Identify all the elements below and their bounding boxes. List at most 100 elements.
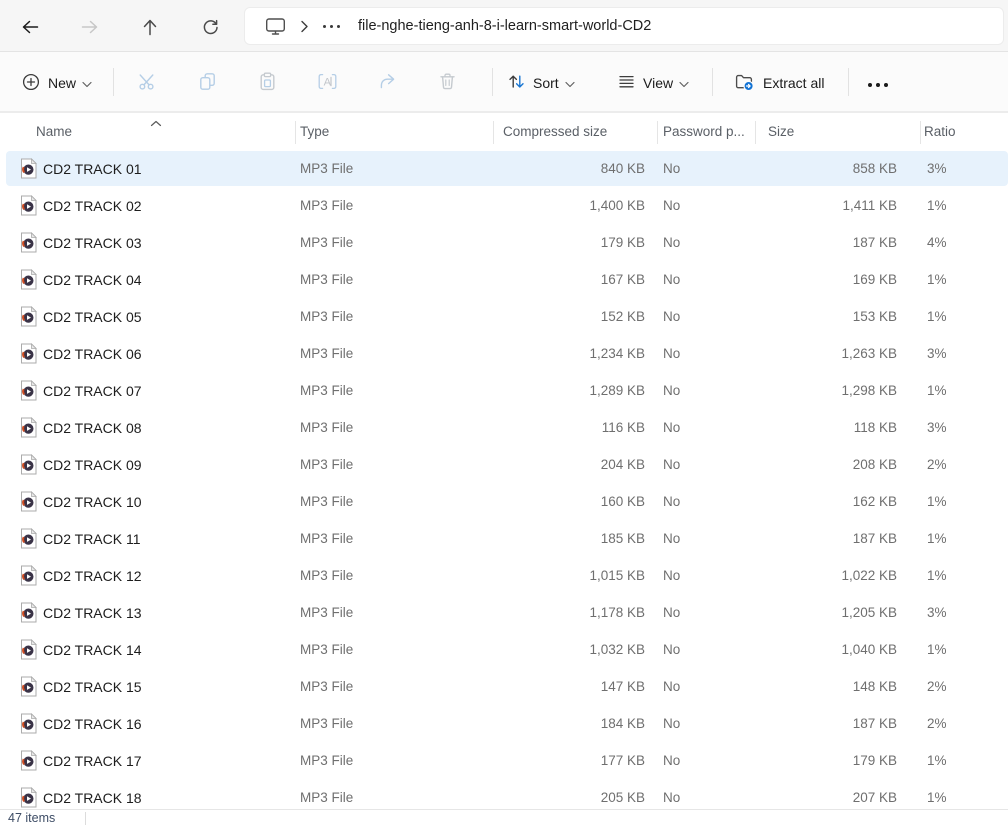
file-password-protected: No	[657, 235, 755, 250]
column-divider[interactable]	[493, 121, 494, 144]
file-type: MP3 File	[295, 309, 493, 324]
table-row[interactable]: CD2 TRACK 17 MP3 File 177 KB No 179 KB 1…	[0, 742, 1008, 779]
column-header-row: Name Type Compressed size Password p... …	[0, 112, 1008, 150]
table-row[interactable]: CD2 TRACK 18 MP3 File 205 KB No 207 KB 1…	[0, 779, 1008, 809]
table-row[interactable]: CD2 TRACK 02 MP3 File 1,400 KB No 1,411 …	[0, 187, 1008, 224]
table-row[interactable]: CD2 TRACK 08 MP3 File 116 KB No 118 KB 3…	[0, 409, 1008, 446]
this-pc-monitor-icon[interactable]	[265, 17, 286, 35]
share-icon	[378, 72, 397, 94]
forward-arrow-icon	[81, 19, 99, 35]
table-row[interactable]: CD2 TRACK 01 MP3 File 840 KB No 858 KB 3…	[0, 150, 1008, 187]
extract-folder-icon	[735, 73, 755, 94]
mp3-file-icon	[20, 417, 37, 438]
column-divider[interactable]	[657, 121, 658, 144]
file-type: MP3 File	[295, 161, 493, 176]
table-row[interactable]: CD2 TRACK 10 MP3 File 160 KB No 162 KB 1…	[0, 483, 1008, 520]
address-ellipsis-icon[interactable]	[323, 25, 340, 28]
breadcrumb-chevron-icon[interactable]	[300, 20, 309, 33]
table-row[interactable]: CD2 TRACK 03 MP3 File 179 KB No 187 KB 4…	[0, 224, 1008, 261]
column-header-ratio[interactable]: Ratio	[920, 124, 1008, 139]
file-type: MP3 File	[295, 420, 493, 435]
status-bar-divider	[85, 812, 86, 825]
file-type: MP3 File	[295, 568, 493, 583]
file-compressed-size: 184 KB	[493, 716, 657, 731]
file-type: MP3 File	[295, 198, 493, 213]
view-button[interactable]: View	[608, 65, 699, 101]
up-button[interactable]	[134, 11, 166, 43]
cut-button[interactable]	[127, 65, 167, 101]
extract-all-button[interactable]: Extract all	[724, 65, 835, 101]
file-type: MP3 File	[295, 679, 493, 694]
table-row[interactable]: CD2 TRACK 06 MP3 File 1,234 KB No 1,263 …	[0, 335, 1008, 372]
table-row[interactable]: CD2 TRACK 12 MP3 File 1,015 KB No 1,022 …	[0, 557, 1008, 594]
file-password-protected: No	[657, 790, 755, 805]
file-name: CD2 TRACK 08	[43, 420, 142, 436]
file-ratio: 1%	[920, 272, 1008, 287]
copy-button[interactable]	[187, 65, 227, 101]
sort-button[interactable]: Sort	[498, 65, 585, 101]
column-header-compressed-size[interactable]: Compressed size	[493, 124, 657, 139]
file-password-protected: No	[657, 716, 755, 731]
file-name: CD2 TRACK 16	[43, 716, 142, 732]
new-button[interactable]: New	[10, 65, 104, 101]
see-more-button[interactable]	[858, 65, 898, 101]
mp3-file-icon	[20, 306, 37, 327]
table-row[interactable]: CD2 TRACK 11 MP3 File 185 KB No 187 KB 1…	[0, 520, 1008, 557]
file-compressed-size: 185 KB	[493, 531, 657, 546]
paste-button[interactable]	[247, 65, 287, 101]
file-type: MP3 File	[295, 272, 493, 287]
rename-icon: A	[318, 72, 337, 94]
see-more-dots-icon	[867, 75, 889, 91]
mp3-file-icon	[20, 343, 37, 364]
file-ratio: 2%	[920, 679, 1008, 694]
file-compressed-size: 160 KB	[493, 494, 657, 509]
file-password-protected: No	[657, 531, 755, 546]
mp3-file-icon	[20, 602, 37, 623]
mp3-file-icon	[20, 713, 37, 734]
file-size: 1,298 KB	[755, 383, 920, 398]
file-compressed-size: 840 KB	[493, 161, 657, 176]
table-row[interactable]: CD2 TRACK 15 MP3 File 147 KB No 148 KB 2…	[0, 668, 1008, 705]
mp3-file-icon	[20, 565, 37, 586]
table-row[interactable]: CD2 TRACK 14 MP3 File 1,032 KB No 1,040 …	[0, 631, 1008, 668]
column-divider[interactable]	[920, 121, 921, 144]
file-name: CD2 TRACK 07	[43, 383, 142, 399]
plus-circle-icon	[22, 73, 40, 94]
file-password-protected: No	[657, 679, 755, 694]
file-password-protected: No	[657, 198, 755, 213]
column-header-name[interactable]: Name	[0, 124, 295, 139]
file-ratio: 4%	[920, 235, 1008, 250]
table-row[interactable]: CD2 TRACK 09 MP3 File 204 KB No 208 KB 2…	[0, 446, 1008, 483]
refresh-button[interactable]	[194, 11, 226, 43]
address-bar[interactable]: file-nghe-tieng-anh-8-i-learn-smart-worl…	[244, 7, 1004, 45]
table-row[interactable]: CD2 TRACK 13 MP3 File 1,178 KB No 1,205 …	[0, 594, 1008, 631]
delete-button[interactable]	[427, 65, 467, 101]
file-name: CD2 TRACK 15	[43, 679, 142, 695]
file-explorer-window: file-nghe-tieng-anh-8-i-learn-smart-worl…	[0, 0, 1008, 827]
share-button[interactable]	[367, 65, 407, 101]
column-divider[interactable]	[295, 121, 296, 144]
file-name: CD2 TRACK 04	[43, 272, 142, 288]
file-name: CD2 TRACK 18	[43, 790, 142, 806]
file-compressed-size: 205 KB	[493, 790, 657, 805]
file-ratio: 1%	[920, 383, 1008, 398]
column-header-password[interactable]: Password p...	[657, 124, 755, 139]
back-button[interactable]	[14, 11, 46, 43]
table-row[interactable]: CD2 TRACK 05 MP3 File 152 KB No 153 KB 1…	[0, 298, 1008, 335]
column-divider[interactable]	[755, 121, 756, 144]
mp3-file-icon	[20, 639, 37, 660]
column-header-type[interactable]: Type	[295, 124, 493, 139]
table-row[interactable]: CD2 TRACK 16 MP3 File 184 KB No 187 KB 2…	[0, 705, 1008, 742]
file-name: CD2 TRACK 05	[43, 309, 142, 325]
file-password-protected: No	[657, 642, 755, 657]
file-ratio: 2%	[920, 716, 1008, 731]
breadcrumb-folder-name[interactable]: file-nghe-tieng-anh-8-i-learn-smart-worl…	[358, 18, 651, 34]
rename-button[interactable]: A	[307, 65, 347, 101]
table-row[interactable]: CD2 TRACK 07 MP3 File 1,289 KB No 1,298 …	[0, 372, 1008, 409]
file-size: 1,040 KB	[755, 642, 920, 657]
column-header-size[interactable]: Size	[755, 124, 920, 139]
new-button-label: New	[48, 75, 76, 91]
table-row[interactable]: CD2 TRACK 04 MP3 File 167 KB No 169 KB 1…	[0, 261, 1008, 298]
forward-button[interactable]	[74, 11, 106, 43]
file-type: MP3 File	[295, 457, 493, 472]
